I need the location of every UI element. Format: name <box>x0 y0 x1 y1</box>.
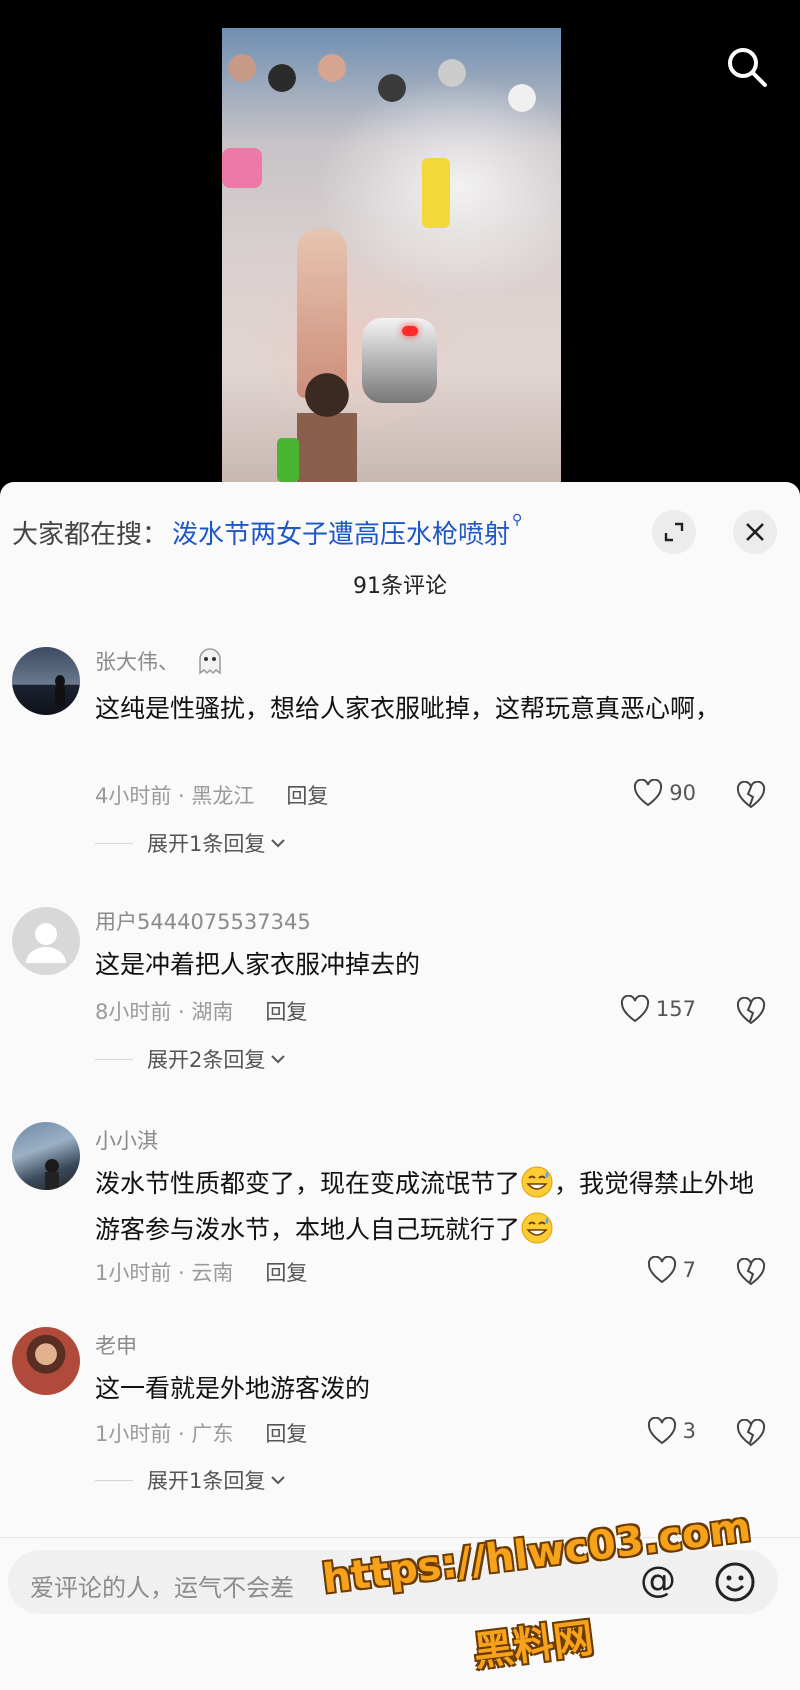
video-tail-light <box>402 326 418 336</box>
expand-replies-label: 展开2条回复 <box>147 1048 266 1072</box>
broken-heart-icon[interactable] <box>736 781 766 809</box>
video-green-bucket <box>277 438 299 482</box>
video-player[interactable] <box>0 0 800 482</box>
broken-heart-icon[interactable] <box>736 1419 766 1447</box>
like-count: 7 <box>682 1258 696 1282</box>
comment-text: 泼水节性质都变了，现在变成流氓节了 ，我觉得禁止外地游客参与泼水节，本地人自己玩就… <box>95 1161 775 1253</box>
avatar[interactable] <box>12 1327 80 1395</box>
expand-icon <box>664 522 684 542</box>
broken-heart-icon[interactable] <box>736 997 766 1025</box>
video-scooter <box>362 318 437 403</box>
comment-author-name: 用户5444075537345 <box>95 910 311 934</box>
comment-text-part: 泼水节性质都变了，现在变成流氓节了 <box>95 1169 521 1198</box>
expand-replies-button[interactable]: 展开1条回复 <box>95 828 286 858</box>
expand-divider <box>95 842 133 844</box>
reply-button[interactable]: 回复 <box>265 1257 307 1287</box>
comment-author[interactable]: 用户5444075537345 <box>95 906 311 936</box>
expand-panel-button[interactable] <box>652 510 696 554</box>
comment-author[interactable]: 小小淇 <box>95 1125 158 1155</box>
broken-heart-icon[interactable] <box>736 1258 766 1286</box>
avatar-photo-icon <box>45 1159 59 1190</box>
avatar[interactable] <box>12 1122 80 1190</box>
video-yellow-bag <box>422 158 450 228</box>
sweat-smile-emoji-icon <box>521 1212 553 1244</box>
comment-count: 91条评论 <box>353 574 447 599</box>
heart-icon <box>647 1417 676 1445</box>
comment-time-location: 4小时前 · 黑龙江 <box>95 784 255 808</box>
video-pink-water-gun <box>222 148 262 188</box>
sweat-smile-emoji-icon <box>521 1166 553 1198</box>
heart-icon <box>647 1256 676 1284</box>
comment-time-location: 1小时前 · 云南 <box>95 1261 234 1285</box>
expand-divider <box>95 1479 133 1481</box>
like-button[interactable]: 157 <box>620 995 696 1023</box>
expand-divider <box>95 1058 133 1060</box>
comment-author-name: 老申 <box>95 1334 137 1358</box>
mention-at-icon[interactable]: @ <box>640 1560 676 1601</box>
expand-replies-label: 展开1条回复 <box>147 1469 266 1493</box>
trending-search-link[interactable]: 泼水节两女子遭高压水枪喷射 <box>172 514 510 551</box>
video-frame[interactable] <box>222 28 561 482</box>
like-count: 157 <box>655 997 696 1021</box>
like-button[interactable]: 7 <box>647 1256 696 1284</box>
chevron-down-icon <box>271 1476 286 1485</box>
heart-icon <box>620 995 649 1023</box>
comment-text: 这纯是性骚扰，想给人家衣服呲掉，这帮玩意真恶心啊， <box>95 694 721 723</box>
chevron-down-icon <box>271 1055 286 1064</box>
ghost-emoji-icon <box>199 648 221 675</box>
like-count: 90 <box>669 781 696 805</box>
avatar-silhouette-icon <box>55 675 65 707</box>
comment-author[interactable]: 张大伟、 <box>95 646 225 676</box>
reply-button[interactable]: 回复 <box>286 780 328 810</box>
comment-time-location: 8小时前 · 湖南 <box>95 1000 234 1024</box>
comment-panel: 大家都在搜： 泼水节两女子遭高压水枪喷射 ⚲ 91条评论 张大伟、 这纯是性骚扰… <box>0 482 800 1690</box>
close-icon <box>746 523 764 541</box>
like-count: 3 <box>682 1419 696 1443</box>
search-small-icon: ⚲ <box>512 512 523 528</box>
trending-search-label: 大家都在搜： <box>12 519 169 550</box>
search-icon[interactable] <box>726 46 768 88</box>
heart-icon <box>634 779 663 807</box>
expand-replies-label: 展开1条回复 <box>147 832 266 856</box>
video-crowd <box>222 38 561 178</box>
comment-meta: 1小时前 · 广东 回复 <box>95 1418 307 1448</box>
avatar[interactable] <box>12 647 80 715</box>
chevron-down-icon <box>271 839 286 848</box>
comment-meta: 4小时前 · 黑龙江 回复 <box>95 780 328 810</box>
comment-author-name: 小小淇 <box>95 1129 158 1153</box>
reply-button[interactable]: 回复 <box>265 996 307 1026</box>
reply-button[interactable]: 回复 <box>265 1418 307 1448</box>
trending-search[interactable]: 大家都在搜： 泼水节两女子遭高压水枪喷射 ⚲ <box>12 512 522 552</box>
avatar[interactable] <box>12 907 80 975</box>
comment-text: 这是冲着把人家衣服冲掉去的 <box>95 950 421 979</box>
like-button[interactable]: 3 <box>647 1417 696 1445</box>
comment-meta: 8小时前 · 湖南 回复 <box>95 996 307 1026</box>
comment-author-name: 张大伟、 <box>95 650 179 674</box>
emoji-picker-icon[interactable] <box>713 1560 757 1604</box>
comment-meta: 1小时前 · 云南 回复 <box>95 1257 307 1287</box>
expand-replies-button[interactable]: 展开1条回复 <box>95 1465 286 1495</box>
expand-replies-button[interactable]: 展开2条回复 <box>95 1044 286 1074</box>
comment-time-location: 1小时前 · 广东 <box>95 1422 234 1446</box>
close-panel-button[interactable] <box>733 510 777 554</box>
comment-input[interactable]: 爱评论的人，运气不会差 @ <box>8 1550 778 1614</box>
video-man <box>297 373 357 482</box>
comment-text: 这一看就是外地游客泼的 <box>95 1374 371 1403</box>
comment-author[interactable]: 老申 <box>95 1330 137 1360</box>
default-user-icon <box>26 923 66 963</box>
input-divider <box>0 1537 800 1538</box>
like-button[interactable]: 90 <box>633 779 696 807</box>
comment-input-placeholder: 爱评论的人，运气不会差 <box>30 1574 294 1602</box>
